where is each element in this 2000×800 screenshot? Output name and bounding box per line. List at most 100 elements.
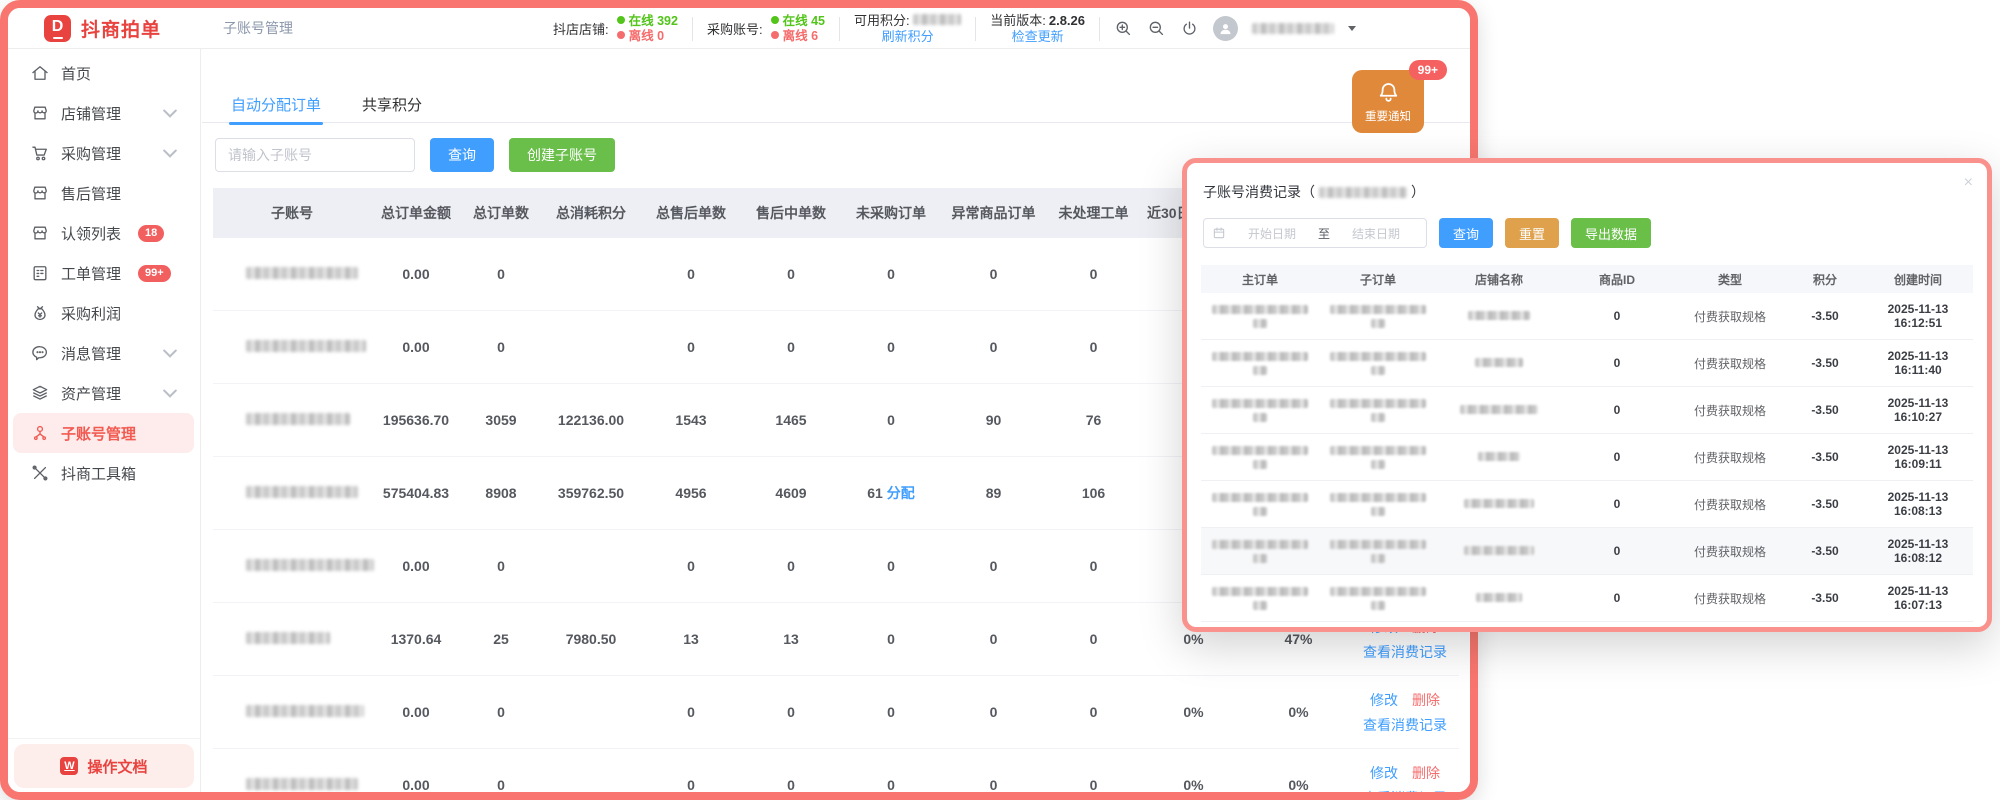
delete-link[interactable]: 删除: [1412, 763, 1440, 783]
view-consumption-records-link[interactable]: 查看消费记录: [1363, 642, 1447, 662]
zoom-out-icon[interactable]: [1147, 19, 1166, 38]
redacted-subaccount-id: [1319, 187, 1407, 198]
cell-unhandled-tickets: 76: [1046, 412, 1141, 428]
redacted-order-number: [1319, 305, 1437, 328]
subaccount-icon: [30, 423, 50, 443]
edit-link[interactable]: 修改: [1370, 763, 1398, 783]
panel-export-button[interactable]: 导出数据: [1571, 218, 1651, 248]
tab-auto-assign-orders[interactable]: 自动分配订单: [229, 93, 323, 122]
allocate-link[interactable]: 分配: [887, 485, 915, 501]
col-header-unhandled-tickets: 未处理工单: [1046, 203, 1141, 223]
view-consumption-records-link[interactable]: 查看消费记录: [1363, 715, 1447, 735]
subaccount-search-input[interactable]: [215, 138, 415, 172]
sidebar-item-purchase-management[interactable]: 采购管理: [13, 133, 194, 173]
subaccount-name-cell: [213, 339, 371, 355]
cell-sub-order: [1319, 493, 1437, 516]
redacted-subaccount-name: [246, 267, 358, 279]
cell-shop-name: [1437, 450, 1561, 464]
start-date-placeholder[interactable]: 开始日期: [1230, 225, 1314, 242]
offline-dot: [617, 31, 625, 39]
redacted-username[interactable]: [1252, 23, 1334, 34]
sidebar-item-after-sales[interactable]: 售后管理: [13, 173, 194, 213]
panel-title: 子账号消费记录（）: [1203, 182, 1425, 202]
cell-points: -3.50: [1787, 309, 1863, 323]
redacted-shop-name: [1460, 405, 1538, 414]
col-header-created-at: 创建时间: [1863, 271, 1973, 288]
sidebar-item-toolbox[interactable]: 抖商工具箱: [13, 453, 194, 493]
cell-rate-30d-1: 0%: [1141, 777, 1246, 793]
redacted-subaccount-name: [246, 559, 374, 571]
panel-query-button[interactable]: 查询: [1439, 218, 1493, 248]
user-avatar[interactable]: [1213, 16, 1238, 41]
cell-sub-order: [1319, 540, 1437, 563]
person-icon: [1218, 21, 1233, 36]
cell-created-at: 2025-11-13 16:07:13: [1863, 584, 1973, 612]
record-row: 0付费获取规格-3.502025-11-13 16:09:11: [1201, 434, 1973, 481]
cell-total-order-amount: 195636.70: [371, 412, 461, 428]
col-header-total-points-used: 总消耗积分: [541, 203, 641, 223]
record-row: 0付费获取规格-3.502025-11-13 16:12:51: [1201, 293, 1973, 340]
col-header-type: 类型: [1673, 271, 1787, 288]
sidebar-item-work-orders[interactable]: 工单管理 99+: [13, 253, 194, 293]
breadcrumb: 子账号管理: [223, 8, 293, 49]
sidebar-item-home[interactable]: 首页: [13, 53, 194, 93]
close-icon[interactable]: ×: [1964, 175, 1973, 191]
edit-link[interactable]: 修改: [1370, 690, 1398, 710]
col-header-abnormal-product-orders: 异常商品订单: [941, 203, 1046, 223]
sidebar-item-purchase-profit[interactable]: 采购利润: [13, 293, 194, 333]
sidebar-item-label: 首页: [61, 63, 91, 84]
redacted-shop-name: [1478, 452, 1520, 461]
cell-points: -3.50: [1787, 403, 1863, 417]
cell-main-order: [1201, 352, 1319, 375]
refresh-points-link[interactable]: 刷新积分: [882, 29, 934, 45]
sidebar-item-subaccount-management[interactable]: 子账号管理: [13, 413, 194, 453]
redacted-order-number: [1319, 540, 1437, 563]
chevron-down-icon[interactable]: [1348, 26, 1356, 31]
sidebar-item-message-management[interactable]: 消息管理: [13, 333, 194, 373]
cell-total-orders: 0: [461, 266, 541, 282]
cell-abnormal-product-orders: 0: [941, 631, 1046, 647]
view-consumption-records-link[interactable]: 查看消费记录: [1363, 788, 1447, 800]
operation-docs-button[interactable]: W 操作文档: [14, 744, 194, 788]
home-icon: [30, 63, 50, 83]
cell-in-after-sales: 0: [741, 777, 841, 793]
cell-total-after-sales: 13: [641, 631, 741, 647]
end-date-placeholder[interactable]: 结束日期: [1334, 225, 1418, 242]
power-icon[interactable]: [1180, 19, 1199, 38]
redacted-subaccount-name: [246, 340, 366, 352]
zoom-in-icon[interactable]: [1114, 19, 1133, 38]
version-group: 当前版本:2.8.26 检查更新: [990, 13, 1085, 45]
cell-rate-30d-1: 0%: [1141, 631, 1246, 647]
chevron-down-icon: [160, 103, 180, 123]
cell-type: 付费获取规格: [1673, 355, 1787, 372]
query-button[interactable]: 查询: [430, 138, 494, 172]
sidebar-item-asset-management[interactable]: 资产管理: [13, 373, 194, 413]
brand-logo: D 抖商拍单: [44, 15, 161, 42]
sidebar-item-label: 子账号管理: [61, 423, 136, 444]
subaccount-name-cell: [213, 412, 371, 428]
cell-total-orders: 3059: [461, 412, 541, 428]
cell-abnormal-product-orders: 0: [941, 558, 1046, 574]
date-range-picker[interactable]: 开始日期 至 结束日期: [1203, 218, 1427, 248]
check-update-link[interactable]: 检查更新: [1012, 29, 1064, 45]
cell-type: 付费获取规格: [1673, 590, 1787, 607]
redacted-subaccount-name: [246, 632, 330, 644]
cell-unpurchased-orders: 0: [841, 558, 941, 574]
shop-status-group: 抖店店铺: 在线 392 离线 0: [553, 14, 678, 44]
tab-shared-points[interactable]: 共享积分: [360, 93, 424, 122]
storefront-icon: [30, 223, 50, 243]
row-actions-line: 修改删除: [1370, 690, 1440, 710]
sidebar-item-shop-management[interactable]: 店铺管理: [13, 93, 194, 133]
important-notice-button[interactable]: 重要通知 99+: [1352, 70, 1424, 133]
cell-created-at: 2025-11-13 16:09:11: [1863, 443, 1973, 471]
row-actions-cell: 修改删除查看消费记录: [1351, 763, 1459, 800]
sidebar-item-label: 资产管理: [61, 383, 121, 404]
chevron-down-icon: [160, 383, 180, 403]
create-subaccount-button[interactable]: 创建子账号: [509, 138, 615, 172]
work-orders-badge: 99+: [138, 265, 171, 282]
sidebar-item-claim-list[interactable]: 认领列表 18: [13, 213, 194, 253]
panel-reset-button[interactable]: 重置: [1505, 218, 1559, 248]
delete-link[interactable]: 删除: [1412, 690, 1440, 710]
operation-docs-label: 操作文档: [87, 756, 147, 777]
cart-icon: [30, 143, 50, 163]
